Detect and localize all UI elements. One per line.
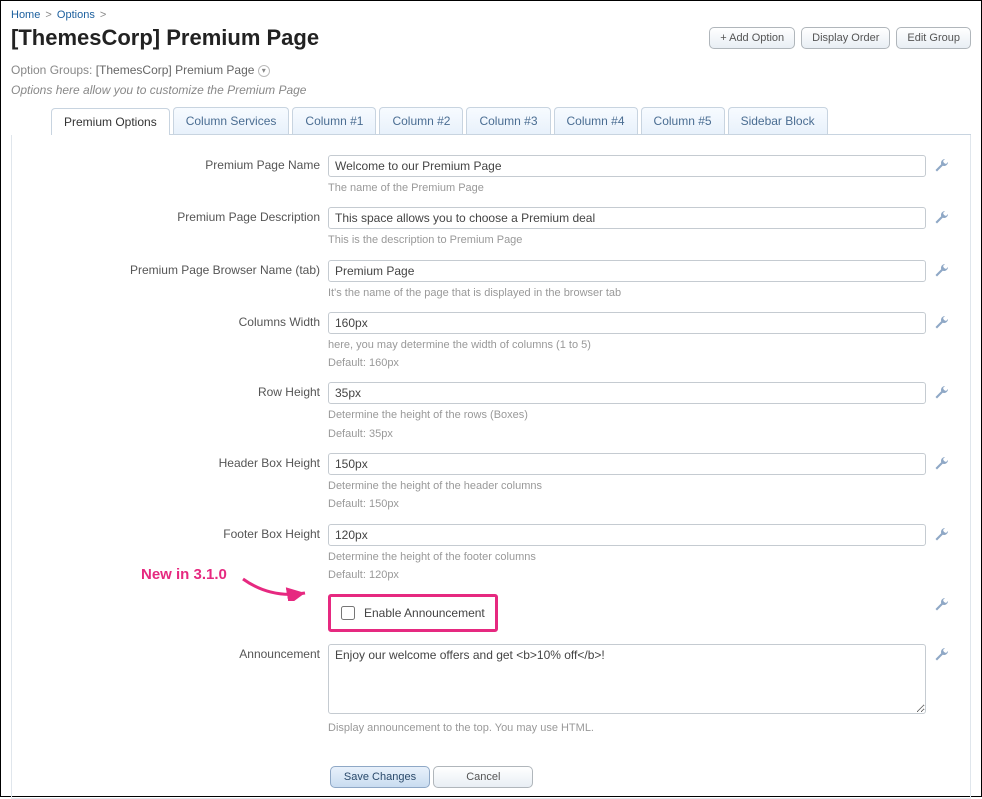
tab-column-5[interactable]: Column #5 (641, 107, 725, 134)
help-row-height-2: Default: 35px (328, 427, 926, 441)
help-browser-name: It's the name of the page that is displa… (328, 286, 926, 300)
display-order-button[interactable]: Display Order (801, 27, 890, 49)
cancel-button[interactable]: Cancel (433, 766, 533, 788)
help-footer-box-height-1: Determine the height of the footer colum… (328, 550, 926, 564)
label-description: Premium Page Description (20, 207, 320, 224)
action-row: Save Changes Cancel (20, 766, 962, 788)
input-description[interactable] (328, 207, 926, 229)
wrench-icon[interactable] (934, 209, 950, 225)
wrench-icon[interactable] (934, 646, 950, 662)
tabs: Premium Options Column Services Column #… (51, 107, 971, 135)
checkbox-enable-announcement[interactable] (341, 606, 355, 620)
tab-sidebar-block[interactable]: Sidebar Block (728, 107, 828, 134)
help-header-box-height-2: Default: 150px (328, 497, 926, 511)
save-button[interactable]: Save Changes (330, 766, 430, 788)
wrench-icon[interactable] (934, 526, 950, 542)
tab-premium-options[interactable]: Premium Options (51, 108, 170, 135)
page-title: [ThemesCorp] Premium Page (11, 25, 319, 51)
add-option-button[interactable]: + Add Option (709, 27, 795, 49)
breadcrumb-options[interactable]: Options (57, 9, 95, 21)
tab-column-3[interactable]: Column #3 (466, 107, 550, 134)
wrench-icon[interactable] (934, 314, 950, 330)
input-browser-name[interactable] (328, 260, 926, 282)
input-row-height[interactable] (328, 382, 926, 404)
option-groups-value[interactable]: [ThemesCorp] Premium Page (96, 63, 255, 77)
help-row-height-1: Determine the height of the rows (Boxes) (328, 408, 926, 422)
label-enable-announcement-empty (20, 594, 320, 597)
tab-column-2[interactable]: Column #2 (379, 107, 463, 134)
label-footer-box-height: Footer Box Height (20, 524, 320, 541)
help-announcement: Display announcement to the top. You may… (328, 721, 926, 735)
help-columns-width-2: Default: 160px (328, 356, 926, 370)
textarea-announcement[interactable] (328, 644, 926, 714)
help-name: The name of the Premium Page (328, 181, 926, 195)
help-footer-box-height-2: Default: 120px (328, 568, 926, 582)
wrench-icon[interactable] (934, 596, 950, 612)
breadcrumb-sep: > (45, 9, 51, 21)
wrench-icon[interactable] (934, 262, 950, 278)
label-announcement: Announcement (20, 644, 320, 661)
input-footer-box-height[interactable] (328, 524, 926, 546)
label-columns-width: Columns Width (20, 312, 320, 329)
tab-column-4[interactable]: Column #4 (554, 107, 638, 134)
tab-column-services[interactable]: Column Services (173, 107, 290, 134)
tab-column-1[interactable]: Column #1 (292, 107, 376, 134)
tagline: Options here allow you to customize the … (11, 83, 971, 97)
input-name[interactable] (328, 155, 926, 177)
tab-content: Premium Page Name The name of the Premiu… (11, 135, 971, 799)
edit-group-button[interactable]: Edit Group (896, 27, 971, 49)
label-row-height: Row Height (20, 382, 320, 399)
input-header-box-height[interactable] (328, 453, 926, 475)
help-columns-width-1: here, you may determine the width of col… (328, 338, 926, 352)
option-groups: Option Groups: [ThemesCorp] Premium Page… (11, 63, 971, 77)
dropdown-arrow-icon[interactable]: ▾ (258, 65, 270, 77)
enable-announcement-label[interactable]: Enable Announcement (337, 603, 485, 623)
wrench-icon[interactable] (934, 157, 950, 173)
header-actions: + Add Option Display Order Edit Group (709, 27, 971, 49)
option-groups-label: Option Groups: (11, 63, 92, 77)
breadcrumb: Home > Options > (11, 7, 971, 25)
wrench-icon[interactable] (934, 455, 950, 471)
breadcrumb-sep-2: > (100, 9, 106, 21)
enable-announcement-highlight: Enable Announcement (328, 594, 498, 632)
label-name: Premium Page Name (20, 155, 320, 172)
label-browser-name: Premium Page Browser Name (tab) (20, 260, 320, 277)
label-header-box-height: Header Box Height (20, 453, 320, 470)
enable-announcement-text: Enable Announcement (364, 606, 485, 620)
help-description: This is the description to Premium Page (328, 233, 926, 247)
help-header-box-height-1: Determine the height of the header colum… (328, 479, 926, 493)
breadcrumb-home[interactable]: Home (11, 9, 40, 21)
wrench-icon[interactable] (934, 384, 950, 400)
input-columns-width[interactable] (328, 312, 926, 334)
